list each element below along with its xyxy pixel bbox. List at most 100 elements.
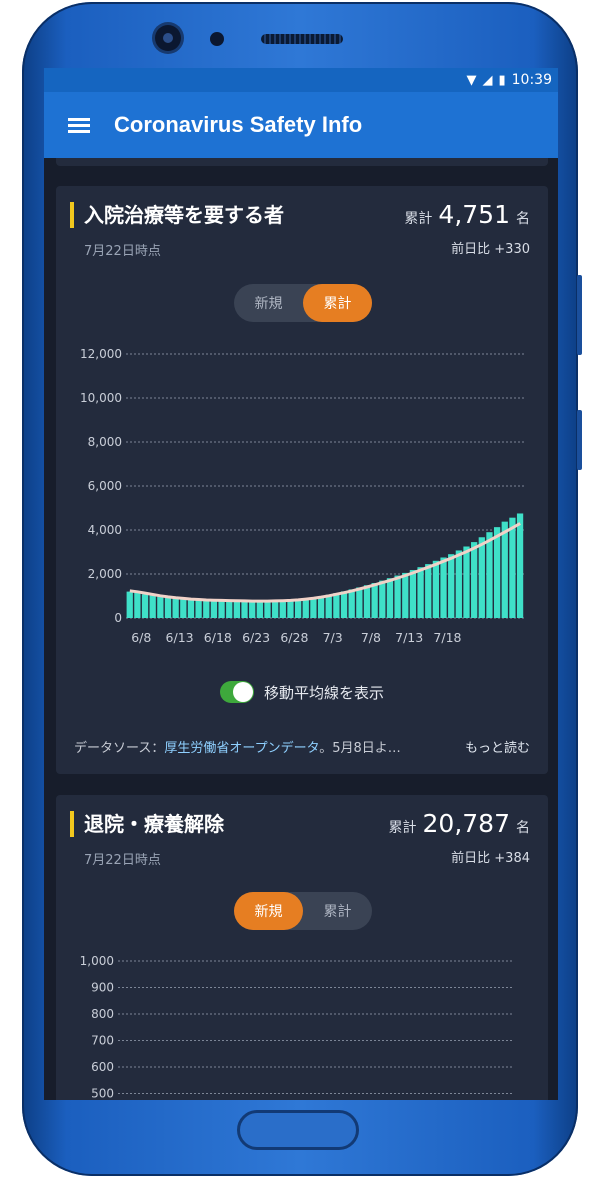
bar xyxy=(516,513,524,618)
x-tick-label: 6/18 xyxy=(204,630,232,645)
bar xyxy=(509,517,516,618)
bar xyxy=(432,560,440,618)
moving-average-toggle[interactable] xyxy=(219,681,254,703)
x-tick-label: 6/23 xyxy=(242,630,270,645)
bar xyxy=(195,599,202,618)
front-camera xyxy=(155,25,181,51)
tab-cumulative[interactable]: 累計 xyxy=(303,284,372,322)
home-button[interactable] xyxy=(237,1110,359,1150)
app-bar: Coronavirus Safety Info xyxy=(44,92,558,158)
total-value: 4,751 xyxy=(438,200,510,229)
bar xyxy=(455,550,462,618)
view-toggle: 新規 累計 xyxy=(234,284,372,322)
bar xyxy=(180,598,187,618)
bar xyxy=(241,600,248,618)
previous-card-edge xyxy=(56,158,548,166)
y-tick-label: 800 xyxy=(91,1007,114,1021)
bar xyxy=(348,589,355,618)
day-diff: 前日比 +330 xyxy=(451,242,530,257)
x-tick-label: 7/3 xyxy=(323,630,343,645)
bar xyxy=(363,585,371,618)
screen: ▼ ◢ ▮ 10:39 Coronavirus Safety Info 入院治療… xyxy=(44,68,558,1100)
bar xyxy=(409,570,417,618)
bar xyxy=(379,580,386,618)
hospitalized-chart: 0 2,000 4,000 6,000 8,000 10,000 12,000 6/8 6/13… xyxy=(80,347,524,645)
app-title: Coronavirus Safety Info xyxy=(114,112,363,137)
bar xyxy=(157,596,164,618)
bar xyxy=(333,593,340,618)
tab-new[interactable]: 新規 xyxy=(234,892,303,930)
bar xyxy=(249,600,256,618)
y-tick-label: 2,000 xyxy=(88,567,122,581)
total-count: 累計 4,751 名 xyxy=(404,200,530,229)
card-title: 入院治療等を要する者 xyxy=(70,202,284,228)
earpiece-speaker xyxy=(261,34,343,44)
bar xyxy=(226,600,233,618)
bar xyxy=(317,596,325,618)
menu-icon[interactable] xyxy=(44,115,114,136)
bar xyxy=(356,587,363,618)
y-tick-label: 500 xyxy=(91,1087,114,1101)
discharged-chart: 500 600 700 800 900 1,000 xyxy=(80,954,514,1101)
total-label: 累計 xyxy=(388,820,417,836)
bar xyxy=(272,600,279,618)
day-diff: 前日比 +384 xyxy=(451,851,530,866)
data-source: データソース：厚生労働省オープンデータ。5月8日よ… もっと読む xyxy=(74,737,530,756)
bar xyxy=(164,597,172,618)
bar xyxy=(493,527,501,618)
bar xyxy=(287,600,294,618)
proximity-sensor xyxy=(210,32,224,46)
source-prefix: データソース： xyxy=(74,741,165,756)
y-tick-label: 8,000 xyxy=(88,435,122,449)
bar xyxy=(264,601,271,618)
source-link[interactable]: 厚生労働省オープンデータ xyxy=(164,741,319,756)
bar xyxy=(149,595,156,618)
bar xyxy=(256,601,263,618)
bar xyxy=(172,598,179,618)
x-tick-label: 6/8 xyxy=(131,630,151,645)
total-unit: 名 xyxy=(516,820,530,836)
bar xyxy=(394,575,401,618)
bar xyxy=(501,521,508,618)
read-more-link[interactable]: もっと読む xyxy=(465,737,530,756)
bar xyxy=(471,542,478,618)
tab-cumulative[interactable]: 累計 xyxy=(303,892,372,930)
discharged-card: 退院・療養解除 7月22日時点 累計 20,787 名 前日比 +384 新規 累計… xyxy=(56,795,548,1100)
y-tick-label: 12,000 xyxy=(80,347,122,361)
source-suffix: 。5月8日よ… xyxy=(319,741,401,756)
bar xyxy=(478,537,485,618)
bar xyxy=(386,578,394,618)
tab-new[interactable]: 新規 xyxy=(234,284,303,322)
bar xyxy=(340,591,348,618)
volume-button xyxy=(577,275,582,355)
bar xyxy=(425,564,432,618)
bar xyxy=(402,572,409,618)
y-tick-label: 1,000 xyxy=(80,954,114,968)
x-tick-label: 7/18 xyxy=(433,630,461,645)
x-tick-label: 6/28 xyxy=(280,630,308,645)
card-date: 7月22日時点 xyxy=(84,244,161,259)
y-tick-label: 6,000 xyxy=(88,479,122,493)
bar xyxy=(126,591,133,618)
y-tick-label: 900 xyxy=(91,981,114,995)
bar xyxy=(141,594,149,618)
bar xyxy=(486,532,493,618)
view-toggle: 新規 累計 xyxy=(234,892,372,930)
moving-average-row: 移動平均線を表示 xyxy=(56,681,548,703)
bar xyxy=(233,600,241,618)
bar xyxy=(218,600,225,618)
total-value: 20,787 xyxy=(422,809,510,838)
bar xyxy=(187,599,195,618)
status-bar: ▼ ◢ ▮ 10:39 xyxy=(44,68,558,92)
bar xyxy=(440,557,447,618)
bar xyxy=(210,599,218,618)
x-tick-label: 6/13 xyxy=(166,630,194,645)
bar xyxy=(310,597,317,618)
y-tick-label: 600 xyxy=(91,1060,114,1074)
bar xyxy=(417,567,424,618)
card-title: 退院・療養解除 xyxy=(70,811,224,837)
total-label: 累計 xyxy=(404,211,433,227)
total-unit: 名 xyxy=(516,211,530,227)
source-text: データソース：厚生労働省オープンデータ。5月8日よ… xyxy=(74,737,401,756)
card-date: 7月22日時点 xyxy=(84,853,161,868)
